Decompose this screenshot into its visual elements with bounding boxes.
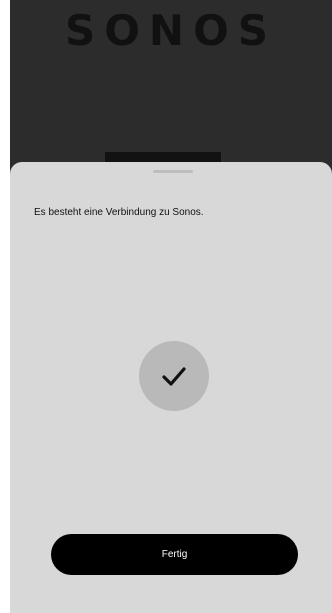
success-indicator	[139, 341, 209, 411]
done-button-label: Fertig	[161, 549, 188, 560]
background-bar	[105, 152, 221, 162]
sonos-logo: SONOS	[64, 6, 278, 55]
bottom-sheet: Es besteht eine Verbindung zu Sonos. Fer…	[10, 162, 332, 613]
checkmark-icon	[162, 367, 186, 386]
connection-message: Es besteht eine Verbindung zu Sonos.	[34, 207, 204, 218]
sheet-grabber-handle[interactable]	[153, 170, 193, 173]
done-button[interactable]: Fertig	[51, 534, 298, 575]
screen: SONOS Es besteht eine Verbindung zu Sono…	[0, 0, 332, 613]
